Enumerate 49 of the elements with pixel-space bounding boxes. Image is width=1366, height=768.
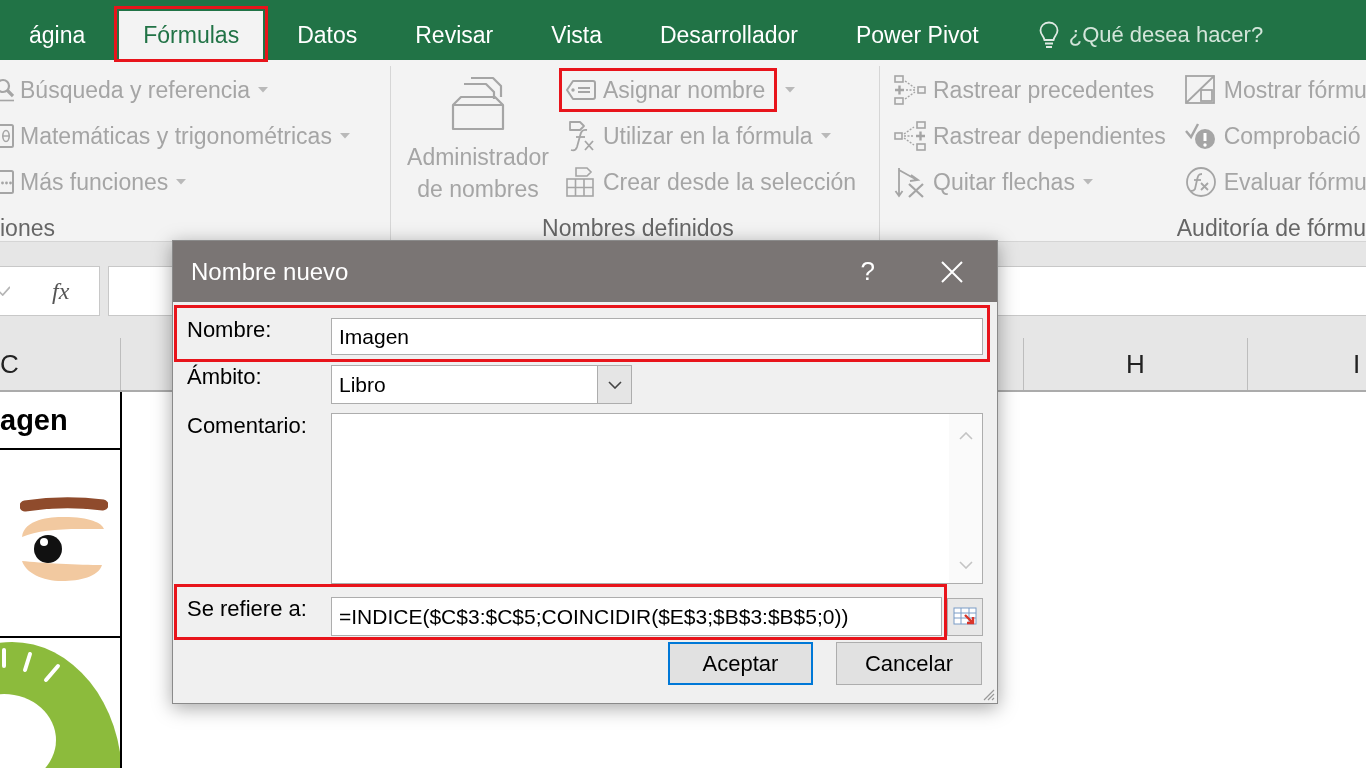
lightbulb-icon [1038, 21, 1059, 49]
chevron-up-icon [958, 432, 973, 440]
dots-icon [0, 170, 14, 194]
grid-tag-icon [565, 166, 597, 198]
range-select-button[interactable] [947, 598, 983, 636]
group-label: iones [0, 216, 55, 240]
dialog-button[interactable]: Cancelar [836, 642, 982, 685]
close-button[interactable] [941, 260, 963, 283]
field-label: Ámbito: [187, 365, 263, 389]
search-field[interactable]: ¿Qué desea hacer? [1068, 14, 1284, 56]
ribbon-tab[interactable]: Datos [273, 11, 382, 59]
ribbon-tab[interactable]: Power Pivot [832, 11, 1003, 59]
ribbon-tab[interactable]: Desarrollador [635, 11, 822, 59]
reference-field[interactable]: =INDICE($C$3:$C$5;COINCIDIR($E$3;$B$3:$B$5;0)) [331, 597, 942, 636]
column-header[interactable]: H [1023, 338, 1248, 390]
close-icon [941, 260, 963, 283]
dialog-button[interactable]: Aceptar [668, 642, 813, 685]
text-area[interactable] [331, 413, 983, 584]
insert-function-button[interactable]: fx [48, 277, 74, 305]
column-header[interactable]: I [1248, 338, 1366, 390]
group-label: Nombres definidos [542, 216, 734, 240]
chevron-down-icon [958, 561, 973, 569]
dropdown[interactable]: Libro [331, 365, 632, 404]
tag-box-icon [449, 75, 507, 131]
tag-icon [565, 79, 597, 101]
boxes-arrows-icon [893, 74, 927, 106]
help-button[interactable]: ? [856, 256, 879, 287]
field-label: Comentario: [187, 414, 308, 438]
dialog-title: Nombre nuevo [190, 257, 349, 286]
ribbon-tab[interactable]: Fórmulas [119, 11, 264, 59]
ribbon-tab[interactable]: ágina [5, 11, 110, 59]
theta-icon [0, 124, 14, 148]
scrollbar[interactable] [949, 414, 982, 583]
text-field[interactable]: Imagen [331, 318, 983, 355]
chevron-down-icon [607, 380, 622, 389]
group-label: Auditoría de fórmu [1176, 216, 1366, 240]
resize-grip-icon [983, 689, 995, 701]
circle-formula-icon [1183, 166, 1218, 198]
square-diagonal-icon [1183, 74, 1218, 106]
column-header[interactable]: C [0, 338, 121, 390]
ribbon-tab[interactable]: Vista [527, 11, 626, 59]
field-label: Se refiere a: [187, 597, 308, 621]
search-icon [0, 78, 14, 102]
table-cell: agen [0, 392, 120, 450]
boxes-arrows-icon [893, 120, 927, 152]
ribbon-tab[interactable]: Revisar [391, 11, 518, 59]
check-icon [0, 286, 10, 296]
field-label: Nombre: [187, 318, 273, 342]
range-select-icon [953, 607, 977, 627]
